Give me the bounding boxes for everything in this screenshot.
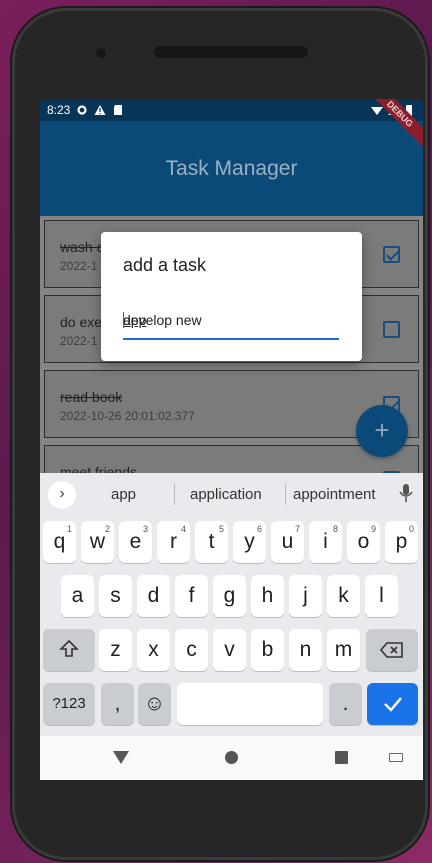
symbols-key[interactable]: ?123	[43, 683, 95, 725]
text-cursor	[123, 312, 124, 328]
sd-card-icon	[114, 105, 123, 115]
key-z[interactable]: z	[99, 629, 132, 671]
key-k[interactable]: k	[327, 575, 360, 617]
key-t[interactable]: t5	[195, 521, 228, 563]
key-g[interactable]: g	[213, 575, 246, 617]
recents-icon[interactable]	[335, 751, 348, 764]
shift-icon	[59, 639, 79, 657]
checkmark-icon	[383, 697, 402, 712]
key-i[interactable]: i8	[309, 521, 342, 563]
suggestion-application[interactable]: application	[190, 486, 262, 503]
emoji-key[interactable]: ☺	[138, 683, 171, 725]
backspace-icon	[379, 642, 403, 658]
key-f[interactable]: f	[175, 575, 208, 617]
task-date: 2022-10-26 20:01:02.377	[60, 409, 195, 423]
task-date: 2022-1	[60, 259, 98, 273]
key-v[interactable]: v	[213, 629, 246, 671]
back-icon[interactable]	[113, 751, 129, 764]
page-title: Task Manager	[165, 156, 298, 180]
key-q[interactable]: q1	[43, 521, 76, 563]
task-date: 2022-1	[60, 334, 98, 348]
key-c[interactable]: c	[175, 629, 208, 671]
key-o[interactable]: o9	[347, 521, 380, 563]
warning-icon	[94, 105, 106, 115]
add-task-dialog: add a task develop new app	[101, 232, 362, 361]
settings-icon	[77, 105, 87, 115]
suggestion-appointment[interactable]: appointment	[293, 486, 376, 503]
key-w[interactable]: w2	[81, 521, 114, 563]
front-camera	[96, 48, 106, 58]
period-key[interactable]: .	[329, 683, 362, 725]
key-s[interactable]: s	[99, 575, 132, 617]
task-input-field[interactable]: develop new app	[123, 304, 339, 340]
keyboard-switch-icon[interactable]	[389, 753, 403, 762]
key-b[interactable]: b	[251, 629, 284, 671]
add-task-button[interactable]: +	[356, 405, 408, 457]
suggestion-strip: › app application appointment	[40, 473, 423, 515]
app-bar: Task Manager	[40, 121, 423, 216]
key-d[interactable]: d	[137, 575, 170, 617]
key-x[interactable]: x	[137, 629, 170, 671]
backspace-key[interactable]	[366, 629, 418, 671]
task-input-composing: app	[123, 312, 147, 328]
status-time: 8:23	[47, 103, 71, 117]
key-r[interactable]: r4	[157, 521, 190, 563]
key-u[interactable]: u7	[271, 521, 304, 563]
key-e[interactable]: e3	[119, 521, 152, 563]
earpiece-speaker	[154, 46, 308, 58]
task-checkbox[interactable]	[383, 321, 400, 338]
status-bar: 8:23	[40, 99, 423, 121]
task-checkbox[interactable]	[383, 246, 400, 263]
screen: 8:23 Task Manager DEBUG wash c 2022-1 do…	[40, 99, 423, 780]
comma-key[interactable]: ,	[101, 683, 134, 725]
system-nav-bar	[40, 736, 423, 780]
shift-key[interactable]	[43, 629, 95, 671]
task-name: wash c	[60, 239, 104, 255]
key-a[interactable]: a	[61, 575, 94, 617]
suggestion-app[interactable]: app	[111, 486, 136, 503]
key-j[interactable]: j	[289, 575, 322, 617]
chevron-right-icon[interactable]: ›	[48, 481, 76, 509]
task-name: do exe	[60, 314, 103, 330]
phone-frame: 8:23 Task Manager DEBUG wash c 2022-1 do…	[12, 8, 428, 860]
suggestion-divider	[174, 483, 175, 505]
key-h[interactable]: h	[251, 575, 284, 617]
soft-keyboard: › app application appointment q1 w2 e3 r…	[40, 473, 423, 736]
key-p[interactable]: p0	[385, 521, 418, 563]
space-key[interactable]	[177, 683, 323, 725]
key-l[interactable]: l	[365, 575, 398, 617]
home-icon[interactable]	[225, 751, 238, 764]
enter-key[interactable]	[367, 683, 418, 725]
task-name: read book	[60, 389, 123, 405]
key-y[interactable]: y6	[233, 521, 266, 563]
microphone-icon[interactable]	[399, 483, 413, 503]
suggestion-divider	[285, 483, 286, 505]
key-m[interactable]: m	[327, 629, 360, 671]
dialog-title: add a task	[123, 255, 207, 275]
key-n[interactable]: n	[289, 629, 322, 671]
